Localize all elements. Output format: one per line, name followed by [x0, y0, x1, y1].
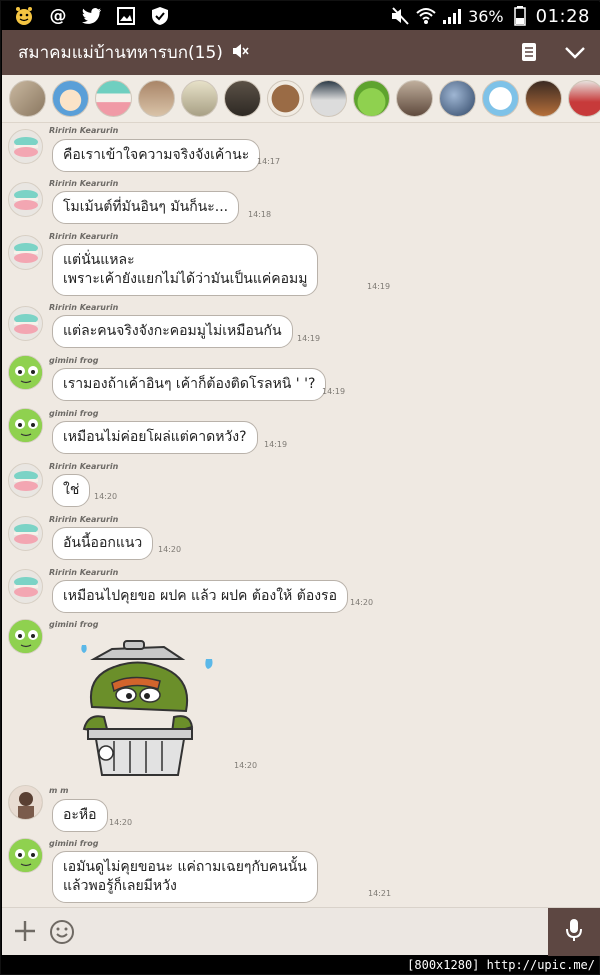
sender-name: gimini frog	[49, 409, 99, 418]
sender-avatar[interactable]	[8, 306, 43, 341]
battery-percent: 36%	[468, 6, 504, 26]
menu-list-icon[interactable]	[520, 42, 538, 66]
clock: 01:28	[535, 5, 590, 27]
chat-title: สมาคมแม่บ้านทหารบก(15)	[18, 43, 223, 63]
member-avatar-frog[interactable]	[353, 80, 390, 117]
sender-name: Riririn Kearurin	[49, 462, 119, 471]
chat-header: สมาคมแม่บ้านทหารบก(15)	[2, 30, 600, 75]
member-avatar-macaron[interactable]	[95, 80, 132, 117]
message-time: 14:19	[322, 387, 346, 396]
sender-avatar[interactable]	[8, 182, 43, 217]
member-avatar-desk[interactable]	[310, 80, 347, 117]
status-bar: @ 36% 01:28	[2, 2, 600, 30]
message-time: 14:19	[297, 334, 321, 343]
message-bubble[interactable]: เรามองถ้าเค้าอินๆ เค้าก็ต้องติดโรลหนิ ' …	[52, 368, 327, 401]
sender-name: Riririn Kearurin	[49, 515, 119, 524]
message-time: 14:20	[94, 492, 118, 501]
notifications-off-icon	[231, 42, 249, 64]
sender-avatar[interactable]	[8, 355, 43, 390]
member-avatar-cafe[interactable]	[525, 80, 562, 117]
message-time: 14:19	[367, 282, 391, 291]
signal-icon	[442, 6, 462, 26]
sender-avatar[interactable]	[8, 129, 43, 164]
member-strip[interactable]	[2, 75, 600, 123]
sender-avatar[interactable]	[8, 516, 43, 551]
chevron-down-icon[interactable]	[564, 42, 586, 66]
sender-avatar[interactable]	[8, 408, 43, 443]
message-bubble[interactable]: อะหือ	[52, 799, 108, 832]
message-input-bar	[2, 907, 600, 956]
wifi-icon	[416, 6, 436, 26]
mute-icon	[390, 6, 410, 26]
member-avatar-bear[interactable]	[267, 80, 304, 117]
voice-record-button[interactable]	[548, 908, 600, 956]
message-time: 14:20	[350, 598, 374, 607]
message-bubble[interactable]: อันนี้ออกแนว	[52, 527, 154, 560]
sender-avatar[interactable]	[8, 785, 43, 820]
screen-frame: @ 36% 01:28 สมาคมแม่บ้านทหารบก(15) Ririr…	[0, 0, 600, 975]
sender-name: gimini frog	[49, 839, 99, 848]
message-time: 14:20	[234, 761, 258, 770]
message-bubble[interactable]: โมเม้นต์ที่มันอินๆ มันก็นะ...	[52, 191, 240, 224]
member-avatar-cat[interactable]	[9, 80, 46, 117]
message-bubble[interactable]: เหมือนไปคุยขอ ผปค แล้ว ผปค ต้องให้ ต้องร…	[52, 580, 348, 613]
message-bubble[interactable]: เอมันดูไม่คุยขอนะ แค่ถามเฉยๆกับคนนั้น แล…	[52, 851, 318, 903]
message-time: 14:17	[257, 157, 281, 166]
add-attachment-icon[interactable]	[12, 918, 38, 948]
twitter-icon	[82, 6, 102, 26]
sender-name: Riririn Kearurin	[49, 303, 119, 312]
microphone-icon	[564, 917, 584, 947]
message-bubble[interactable]: แต่ละคนจริงจังกะคอมมูไม่เหมือนกัน	[52, 315, 293, 348]
member-avatar-red[interactable]	[568, 80, 600, 117]
member-avatar-cartoon[interactable]	[482, 80, 519, 117]
message-time: 14:21	[368, 889, 392, 898]
sender-name: Riririn Kearurin	[49, 179, 119, 188]
emoji-icon[interactable]	[49, 919, 75, 949]
image-source-caption: [800x1280] http://upic.me/	[407, 958, 595, 972]
member-avatar-girl[interactable]	[396, 80, 433, 117]
member-avatar-storm[interactable]	[439, 80, 476, 117]
member-avatar-animal[interactable]	[224, 80, 261, 117]
sticker-grouch-trashcan[interactable]	[74, 637, 224, 777]
sender-avatar[interactable]	[8, 235, 43, 270]
message-time: 14:18	[248, 210, 272, 219]
alarm-emoji-icon	[14, 6, 34, 26]
sender-avatar[interactable]	[8, 463, 43, 498]
sender-name: gimini frog	[49, 356, 99, 365]
sender-name: Riririn Kearurin	[49, 126, 119, 135]
sender-avatar[interactable]	[8, 619, 43, 654]
message-bubble[interactable]: คือเราเข้าใจความจริงจังเค้านะ	[52, 139, 261, 172]
message-bubble[interactable]: เหมือนไม่ค่อยโผล่แต่คาดหวัง?	[52, 421, 258, 454]
sender-name: Riririn Kearurin	[49, 568, 119, 577]
shield-check-icon	[150, 6, 170, 26]
sender-avatar[interactable]	[8, 569, 43, 604]
sender-name: gimini frog	[49, 620, 99, 629]
sender-name: Riririn Kearurin	[49, 232, 119, 241]
member-avatar-finn[interactable]	[52, 80, 89, 117]
chat-area[interactable]: Riririn Kearurin คือเราเข้าใจความจริงจัง…	[2, 123, 600, 907]
message-time: 14:19	[264, 440, 288, 449]
sender-avatar[interactable]	[8, 838, 43, 873]
message-time: 14:20	[158, 545, 182, 554]
message-bubble[interactable]: แต่นั่นแหละ เพราะเค้ายังแยกไม่ได้ว่ามันเ…	[52, 244, 319, 296]
at-sign-icon: @	[49, 6, 67, 26]
member-avatar-nature[interactable]	[181, 80, 218, 117]
sender-name: m m	[49, 786, 69, 795]
member-avatar-cap[interactable]	[138, 80, 175, 117]
message-time: 14:20	[109, 818, 133, 827]
gallery-icon	[116, 6, 136, 26]
message-bubble[interactable]: ใช่	[52, 474, 91, 507]
battery-icon	[510, 6, 530, 26]
